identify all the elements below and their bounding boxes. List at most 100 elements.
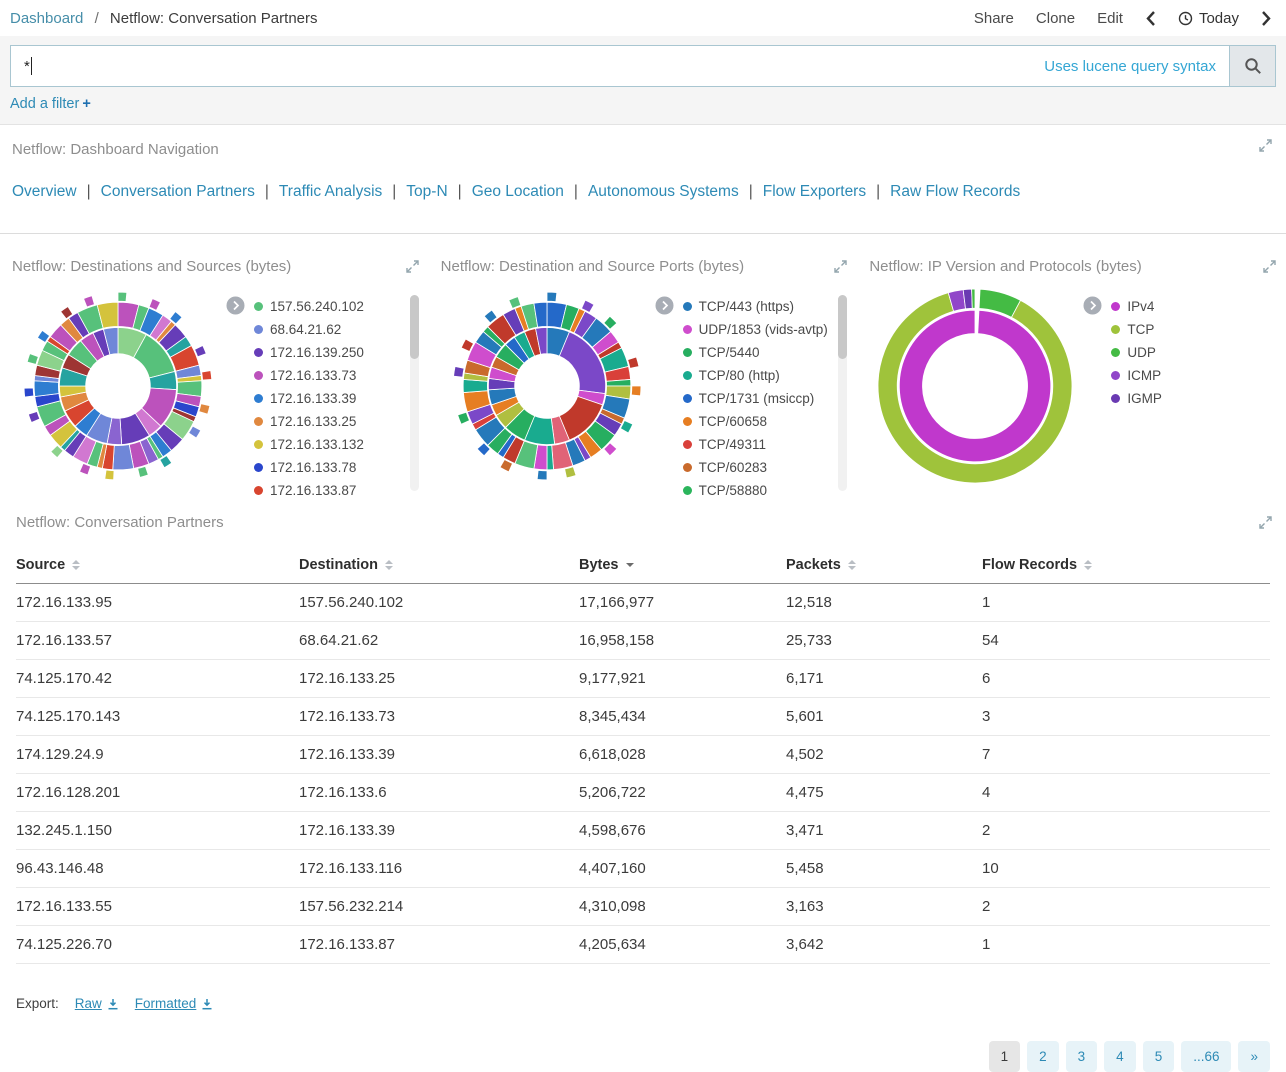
legend-color-dot	[1111, 348, 1120, 357]
legend-item-157-56-240-102[interactable]: 157.56.240.102	[254, 295, 419, 318]
pagination-page-1[interactable]: 1	[989, 1041, 1021, 1072]
pagination-page-5[interactable]: 5	[1143, 1041, 1175, 1072]
legend-label: 172.16.133.73	[270, 368, 356, 383]
export-raw-link[interactable]: Raw	[75, 996, 119, 1011]
table-cell: 4,598,676	[579, 812, 786, 850]
pagination-page-2[interactable]: 2	[1027, 1041, 1059, 1072]
nav-link-top-n[interactable]: Top-N	[406, 183, 447, 200]
time-back-button[interactable]	[1145, 10, 1156, 27]
legend-toggle-button[interactable]	[1083, 296, 1102, 320]
legend-item-172-16-133-73[interactable]: 172.16.133.73	[254, 364, 419, 387]
sunburst-segment[interactable]	[84, 296, 95, 307]
legend-item-172-16-133-87[interactable]: 172.16.133.87	[254, 479, 419, 502]
expand-panel-icon[interactable]	[834, 260, 847, 278]
sunburst-segment[interactable]	[34, 381, 59, 397]
column-header-flow-records[interactable]: Flow Records	[982, 547, 1270, 584]
legend-item-tcp-5440[interactable]: TCP/5440	[683, 341, 848, 364]
legend-item-172-16-133-132[interactable]: 172.16.133.132	[254, 433, 419, 456]
column-header-source[interactable]: Source	[16, 547, 299, 584]
sunburst-segment[interactable]	[202, 371, 212, 380]
nav-link-autonomous-systems[interactable]: Autonomous Systems	[588, 183, 739, 200]
pagination-page-3[interactable]: 3	[1066, 1041, 1098, 1072]
sunburst-segment[interactable]	[199, 404, 210, 414]
search-button[interactable]	[1230, 45, 1276, 87]
legend-item-tcp-58880[interactable]: TCP/58880	[683, 479, 848, 502]
time-picker-button[interactable]: Today	[1178, 10, 1239, 27]
sunburst-segment[interactable]	[631, 386, 641, 396]
lucene-syntax-link[interactable]: Uses lucene query syntax	[1044, 58, 1216, 75]
legend-item-tcp-60658[interactable]: TCP/60658	[683, 410, 848, 433]
ports-sunburst-chart[interactable]	[441, 285, 653, 487]
sunburst-segment[interactable]	[547, 292, 557, 302]
legend-item-172-16-139-250[interactable]: 172.16.139.250	[254, 341, 419, 364]
search-input[interactable]: * Uses lucene query syntax	[10, 45, 1230, 87]
breadcrumb-dashboard-link[interactable]: Dashboard	[10, 10, 83, 27]
legend-item-tcp-60283[interactable]: TCP/60283	[683, 456, 848, 479]
nav-link-traffic-analysis[interactable]: Traffic Analysis	[279, 183, 382, 200]
ip-protocols-donut-chart[interactable]	[869, 285, 1081, 487]
legend-item-icmp[interactable]: ICMP	[1111, 364, 1276, 387]
legend-item-tcp-80-http[interactable]: TCP/80 (http)	[683, 364, 848, 387]
sunburst-segment[interactable]	[972, 289, 975, 308]
legend-scrollbar[interactable]	[838, 295, 847, 491]
share-button[interactable]: Share	[974, 10, 1014, 27]
table-cell: 17,166,977	[579, 584, 786, 622]
sunburst-segment[interactable]	[28, 411, 39, 422]
legend-item-udp-1853-vids-avtp[interactable]: UDP/1853 (vids-avtp)	[683, 318, 848, 341]
legend-item-tcp-443-https[interactable]: TCP/443 (https)	[683, 295, 848, 318]
pagination-page-ellipsis-66[interactable]: ...66	[1181, 1041, 1231, 1072]
column-header-bytes[interactable]: Bytes	[579, 547, 786, 584]
nav-link-raw-flow-records[interactable]: Raw Flow Records	[890, 183, 1020, 200]
legend-item-tcp-49311[interactable]: TCP/49311	[683, 433, 848, 456]
legend-scrollbar[interactable]	[410, 295, 419, 491]
scrollbar-thumb[interactable]	[838, 295, 847, 359]
legend-item-igmp[interactable]: IGMP	[1111, 387, 1276, 410]
sunburst-segment[interactable]	[27, 354, 38, 365]
legend-item-udp[interactable]: UDP	[1111, 341, 1276, 364]
legend-item-68-64-21-62[interactable]: 68.64.21.62	[254, 318, 419, 341]
table-row: 74.125.226.70172.16.133.874,205,6343,642…	[16, 926, 1270, 964]
expand-panel-icon[interactable]	[1259, 516, 1272, 534]
legend-toggle-button[interactable]	[655, 296, 674, 320]
sunburst-segment[interactable]	[564, 467, 575, 478]
nav-link-conversation-partners[interactable]: Conversation Partners	[101, 183, 255, 200]
expand-panel-icon[interactable]	[406, 260, 419, 278]
legend-item-tcp[interactable]: TCP	[1111, 318, 1276, 341]
edit-button[interactable]: Edit	[1097, 10, 1123, 27]
column-header-packets[interactable]: Packets	[786, 547, 982, 584]
sunburst-segment[interactable]	[118, 292, 127, 301]
nav-link-flow-exporters[interactable]: Flow Exporters	[763, 183, 866, 200]
legend-item-172-16-133-25[interactable]: 172.16.133.25	[254, 410, 419, 433]
table-row: 74.125.170.42172.16.133.259,177,9216,171…	[16, 660, 1270, 698]
scrollbar-thumb[interactable]	[410, 295, 419, 359]
column-header-destination[interactable]: Destination	[299, 547, 579, 584]
sunburst-segment[interactable]	[24, 388, 34, 397]
sunburst-segment[interactable]	[453, 366, 463, 377]
pagination-page-4[interactable]: 4	[1104, 1041, 1136, 1072]
legend-item-172-16-133-78[interactable]: 172.16.133.78	[254, 456, 419, 479]
dashboard-nav-links: Overview|Conversation Partners|Traffic A…	[12, 183, 1270, 201]
legend-color-dot	[683, 348, 692, 357]
sunburst-segment[interactable]	[138, 466, 149, 477]
time-forward-button[interactable]	[1261, 10, 1272, 27]
sunburst-segment[interactable]	[80, 463, 91, 475]
clone-button[interactable]: Clone	[1036, 10, 1075, 27]
add-filter-link[interactable]: Add a filter+	[10, 96, 91, 112]
sunburst-segment[interactable]	[105, 470, 114, 480]
expand-panel-icon[interactable]	[1259, 139, 1272, 157]
legend-item-ipv4[interactable]: IPv4	[1111, 295, 1276, 318]
sunburst-segment[interactable]	[627, 357, 638, 368]
legend-toggle-button[interactable]	[226, 296, 245, 320]
expand-panel-icon[interactable]	[1263, 260, 1276, 278]
nav-link-geo-location[interactable]: Geo Location	[472, 183, 564, 200]
legend-label: IPv4	[1127, 299, 1154, 314]
sunburst-segment[interactable]	[537, 470, 547, 480]
sunburst-segment[interactable]	[900, 310, 1052, 462]
pagination-next-button[interactable]: »	[1238, 1041, 1270, 1072]
legend-item-tcp-1731-msiccp[interactable]: TCP/1731 (msiccp)	[683, 387, 848, 410]
destinations-sources-sunburst-chart[interactable]	[12, 285, 224, 487]
nav-link-overview[interactable]: Overview	[12, 183, 77, 200]
legend: TCP/443 (https)UDP/1853 (vids-avtp)TCP/5…	[653, 295, 848, 502]
legend-item-172-16-133-39[interactable]: 172.16.133.39	[254, 387, 419, 410]
export-formatted-link[interactable]: Formatted	[135, 996, 214, 1011]
